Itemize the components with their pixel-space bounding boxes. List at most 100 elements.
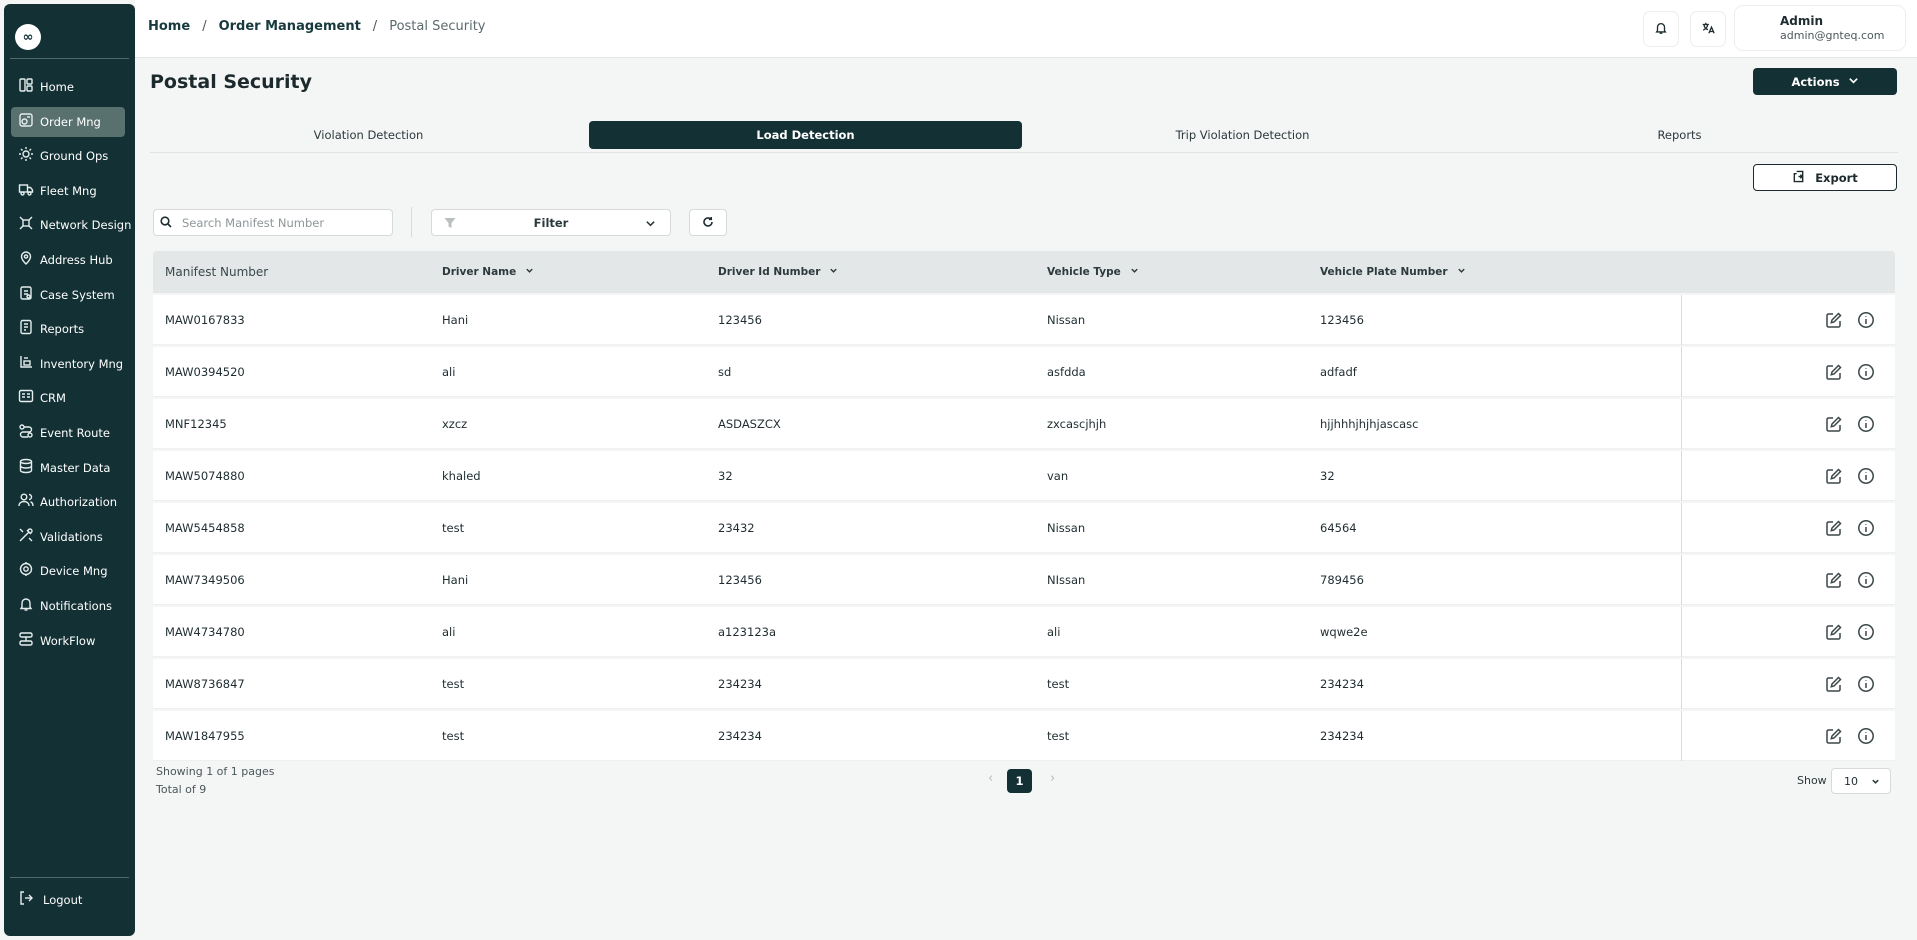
sidebar-item-network-design[interactable]: Network Design — [11, 210, 131, 240]
page-size-label: Show — [1797, 774, 1827, 787]
edit-button[interactable] — [1825, 623, 1843, 641]
filter-dropdown[interactable]: Filter — [431, 209, 671, 236]
actions-divider — [1681, 555, 1682, 605]
cell-manifest-number: MNF12345 — [165, 417, 227, 431]
table-row: MAW8736847 test 234234 test 234234 — [153, 659, 1895, 709]
cell-vehicle-type: NIssan — [1047, 573, 1086, 587]
column-label: Manifest Number — [165, 265, 269, 279]
logout-button[interactable]: Logout — [18, 890, 82, 910]
info-button[interactable] — [1857, 311, 1875, 329]
crm-icon — [18, 388, 34, 408]
info-button[interactable] — [1857, 571, 1875, 589]
column-header-driver-name[interactable]: Driver Name — [442, 251, 534, 293]
info-icon — [1857, 624, 1875, 645]
tab-reports[interactable]: Reports — [1463, 121, 1896, 149]
cell-driver-name: Hani — [442, 573, 469, 587]
edit-button[interactable] — [1825, 727, 1843, 745]
sidebar-item-validations[interactable]: Validations — [11, 522, 125, 552]
logout-icon — [18, 890, 34, 910]
page-size-select[interactable]: 10 — [1831, 768, 1891, 794]
chevron-down-icon — [1448, 266, 1466, 278]
sidebar-item-label: Order Mng — [40, 114, 101, 129]
export-button[interactable]: Export — [1753, 164, 1897, 191]
breadcrumb: Home / Order Management / Postal Securit… — [148, 19, 485, 34]
sidebar-item-master-data[interactable]: Master Data — [11, 453, 125, 483]
sidebar-item-fleet-mng[interactable]: Fleet Mng — [11, 176, 125, 206]
tab-violation-detection[interactable]: Violation Detection — [152, 121, 585, 149]
sidebar-item-label: Notifications — [40, 598, 112, 613]
cell-manifest-number: MAW5454858 — [165, 521, 245, 535]
edit-icon — [1825, 364, 1843, 385]
info-button[interactable] — [1857, 519, 1875, 537]
sidebar-item-workflow[interactable]: WorkFlow — [11, 626, 125, 656]
edit-button[interactable] — [1825, 415, 1843, 433]
pagination-showing: Showing 1 of 1 pages — [156, 765, 275, 778]
sidebar-item-device-mng[interactable]: Device Mng — [11, 556, 125, 586]
sidebar-item-address-hub[interactable]: Address Hub — [11, 245, 125, 275]
info-button[interactable] — [1857, 675, 1875, 693]
cell-driver-id-number: 123456 — [718, 313, 762, 327]
sidebar-item-label: Address Hub — [40, 252, 113, 267]
user-name: Admin — [1780, 14, 1824, 28]
column-label: Driver Id Number — [718, 266, 821, 278]
manifest-table: Manifest Number Driver Name Driver Id Nu… — [153, 251, 1895, 761]
column-header-vehicle-plate-number[interactable]: Vehicle Plate Number — [1320, 251, 1466, 293]
actions-divider — [1681, 607, 1682, 657]
sidebar-item-authorization[interactable]: Authorization — [11, 487, 125, 517]
top-bar: Home / Order Management / Postal Securit… — [135, 0, 1917, 58]
translate-icon — [1701, 20, 1715, 39]
sidebar-item-order-mng[interactable]: Order Mng — [11, 106, 125, 137]
sidebar-item-inventory-mng[interactable]: Inventory Mng — [11, 349, 125, 379]
cell-driver-name: test — [442, 729, 465, 743]
sidebar-item-case-system[interactable]: Case System — [11, 280, 125, 310]
tab-load-detection[interactable]: Load Detection — [589, 121, 1022, 149]
tab-trip-violation-detection[interactable]: Trip Violation Detection — [1026, 121, 1459, 149]
notifications-button[interactable] — [1644, 12, 1678, 46]
cell-driver-name: test — [442, 677, 465, 691]
sidebar-item-label: Ground Ops — [40, 149, 109, 164]
info-button[interactable] — [1857, 727, 1875, 745]
previous-page-button[interactable]: ‹ — [988, 771, 993, 786]
refresh-button[interactable] — [689, 209, 727, 236]
location-icon — [18, 250, 34, 270]
edit-button[interactable] — [1825, 571, 1843, 589]
sidebar-item-home[interactable]: Home — [11, 72, 125, 102]
next-page-button[interactable]: › — [1050, 771, 1055, 786]
table-row: MAW4734780 ali a123123a ali wqwe2e — [153, 607, 1895, 657]
page-button-current[interactable]: 1 — [1007, 769, 1032, 793]
sidebar-item-label: Case System — [40, 287, 115, 302]
cell-driver-name: ali — [442, 625, 456, 639]
sidebar-item-event-route[interactable]: Event Route — [11, 418, 125, 448]
edit-button[interactable] — [1825, 675, 1843, 693]
column-header-driver-id-number[interactable]: Driver Id Number — [718, 251, 838, 293]
app-logo[interactable]: ∞ — [15, 24, 41, 50]
sidebar-item-reports[interactable]: Reports — [11, 314, 125, 344]
info-button[interactable] — [1857, 363, 1875, 381]
pagination-total: Total of 9 — [156, 783, 207, 796]
edit-button[interactable] — [1825, 311, 1843, 329]
sidebar-item-crm[interactable]: CRM — [11, 383, 125, 413]
search-input[interactable] — [182, 215, 382, 230]
edit-button[interactable] — [1825, 363, 1843, 381]
edit-button[interactable] — [1825, 519, 1843, 537]
info-button[interactable] — [1857, 415, 1875, 433]
user-profile[interactable]: Admin admin@gnteq.com — [1735, 6, 1905, 50]
sidebar-item-notifications[interactable]: Notifications — [11, 591, 125, 621]
cell-vehicle-type: test — [1047, 677, 1070, 691]
sidebar-item-ground-ops[interactable]: Ground Ops — [11, 141, 125, 171]
actions-button[interactable]: Actions — [1753, 68, 1897, 95]
tools-icon — [18, 527, 34, 547]
column-header-vehicle-type[interactable]: Vehicle Type — [1047, 251, 1139, 293]
edit-button[interactable] — [1825, 467, 1843, 485]
breadcrumb-order-management[interactable]: Order Management — [219, 19, 361, 34]
language-button[interactable] — [1691, 12, 1725, 46]
info-button[interactable] — [1857, 467, 1875, 485]
breadcrumb-home[interactable]: Home — [148, 19, 190, 34]
table-row: MNF12345 xzcz ASDASZCX zxcascjhjh hjjhhhjhjh… — [153, 399, 1895, 449]
actions-divider — [1681, 451, 1682, 501]
actions-divider — [1681, 711, 1682, 761]
chevron-down-icon — [516, 266, 534, 278]
sidebar-divider-top — [10, 58, 129, 59]
info-button[interactable] — [1857, 623, 1875, 641]
route-icon — [18, 423, 34, 443]
